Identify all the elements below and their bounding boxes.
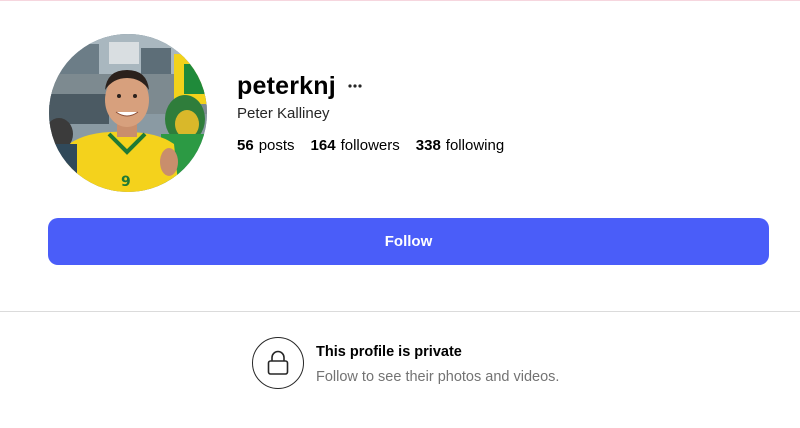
private-profile-title: This profile is private bbox=[316, 344, 462, 360]
following-label: following bbox=[445, 137, 505, 154]
private-profile-subtitle: Follow to see their photos and videos. bbox=[316, 369, 560, 385]
followers-count: 164 bbox=[310, 137, 336, 154]
posts-label: posts bbox=[258, 137, 295, 154]
posts-stat: 56 posts bbox=[237, 137, 295, 154]
following-count: 338 bbox=[415, 137, 441, 154]
avatar-photo: 9 bbox=[49, 34, 207, 192]
posts-count: 56 bbox=[237, 137, 254, 154]
username: peterknj bbox=[237, 71, 336, 100]
full-name: Peter Kalliney bbox=[237, 105, 330, 122]
followers-stat[interactable]: 164 followers bbox=[311, 137, 400, 154]
top-divider bbox=[0, 0, 800, 1]
avatar[interactable]: 9 bbox=[49, 34, 207, 192]
lock-icon bbox=[267, 350, 289, 375]
ellipsis-icon bbox=[348, 84, 362, 88]
section-divider bbox=[0, 311, 800, 312]
lock-badge bbox=[252, 337, 304, 389]
following-stat[interactable]: 338 following bbox=[416, 137, 504, 154]
follow-button[interactable]: Follow bbox=[48, 218, 769, 265]
followers-label: followers bbox=[340, 137, 400, 154]
svg-text:9: 9 bbox=[121, 174, 131, 190]
username-row: peterknj bbox=[237, 70, 364, 102]
profile-page: 9 peterknj Peter Kalliney 56 posts 164 f… bbox=[0, 0, 800, 428]
profile-stats: 56 posts 164 followers 338 following bbox=[237, 137, 520, 154]
more-options-button[interactable] bbox=[346, 77, 364, 95]
